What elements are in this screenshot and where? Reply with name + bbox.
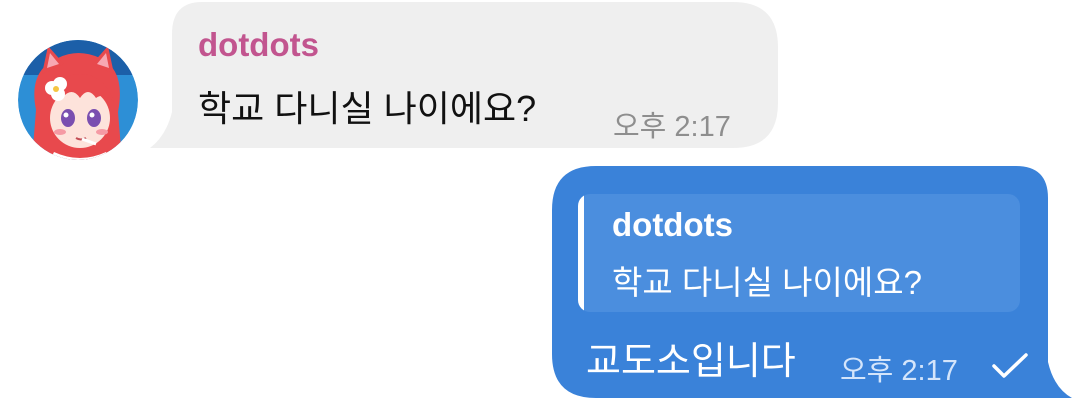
- anime-cat-girl-avatar-icon: [18, 40, 138, 160]
- reply-accent-bar: [578, 194, 584, 312]
- reply-quoted-text: 학교 다니실 나이에요?: [612, 264, 922, 301]
- reply-sender-name: dotdots: [612, 206, 733, 243]
- chat-view: dotdots 학교 다니실 나이에요? 오후 2:17 dotdots 학교 …: [0, 0, 1080, 403]
- check-icon: [992, 353, 1028, 378]
- incoming-message-text: 학교 다니실 나이에요?: [198, 88, 537, 129]
- sender-avatar[interactable]: [18, 40, 138, 160]
- outgoing-message-time: 오후 2:17: [840, 355, 958, 387]
- outgoing-message-text: 교도소입니다: [586, 341, 796, 383]
- incoming-message-time: 오후 2:17: [613, 111, 731, 143]
- outgoing-message-bubble[interactable]: dotdots 학교 다니실 나이에요? 교도소입니다 오후 2:17: [552, 166, 1072, 398]
- incoming-message-bubble[interactable]: dotdots 학교 다니실 나이에요? 오후 2:17: [150, 2, 778, 148]
- incoming-sender-name[interactable]: dotdots: [198, 26, 319, 64]
- reply-quote[interactable]: dotdots 학교 다니실 나이에요?: [578, 194, 1020, 312]
